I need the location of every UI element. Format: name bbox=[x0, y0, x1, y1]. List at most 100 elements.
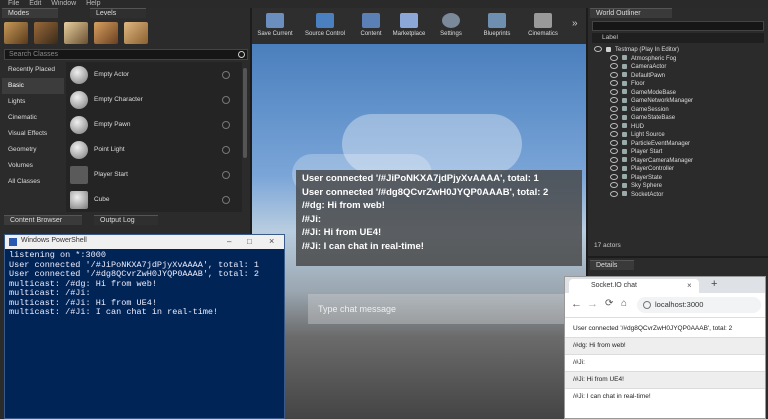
actor-item[interactable]: Player Start bbox=[66, 162, 242, 187]
new-tab-icon[interactable]: + bbox=[711, 278, 717, 290]
category-recently-placed[interactable]: Recently Placed bbox=[2, 62, 64, 78]
outliner-item[interactable]: Player Start bbox=[588, 148, 768, 157]
outliner-item[interactable]: ParticleEventManager bbox=[588, 139, 768, 149]
outliner-search-input[interactable] bbox=[592, 21, 764, 31]
landscape-mode-icon[interactable] bbox=[64, 22, 88, 44]
actor-item[interactable]: Empty Pawn bbox=[66, 112, 242, 137]
settings-button[interactable]: Settings bbox=[428, 8, 474, 44]
outliner-item[interactable]: Atmospheric Fog bbox=[588, 54, 768, 64]
visibility-icon[interactable] bbox=[610, 148, 618, 155]
outliner-item[interactable]: PlayerCameraManager bbox=[588, 156, 768, 166]
visibility-icon[interactable] bbox=[610, 54, 618, 61]
outliner-item[interactable]: GameModeBase bbox=[588, 88, 768, 98]
visibility-icon[interactable] bbox=[610, 97, 618, 104]
address-bar[interactable]: localhost:3000 bbox=[637, 297, 761, 313]
category-lights[interactable]: Lights bbox=[2, 94, 64, 110]
visibility-icon[interactable] bbox=[610, 63, 618, 70]
visibility-icon[interactable] bbox=[610, 182, 618, 189]
visibility-icon[interactable] bbox=[594, 46, 602, 53]
viewport-chat-input[interactable]: Type chat message bbox=[308, 294, 582, 324]
visibility-icon[interactable] bbox=[610, 165, 618, 172]
close-icon[interactable]: × bbox=[269, 236, 274, 246]
visibility-icon[interactable] bbox=[610, 131, 618, 138]
category-geometry[interactable]: Geometry bbox=[2, 142, 64, 158]
game-viewport[interactable]: User connected '/#JiPoNKXA7jdPjyXvAAAA',… bbox=[252, 44, 586, 419]
tab-output-log[interactable]: Output Log bbox=[94, 215, 158, 225]
home-icon[interactable]: ⌂ bbox=[621, 298, 627, 309]
tab-close-icon[interactable]: × bbox=[687, 281, 692, 290]
visibility-icon[interactable] bbox=[610, 105, 618, 112]
menu-file[interactable]: File bbox=[8, 0, 19, 7]
visibility-icon[interactable] bbox=[610, 190, 618, 197]
actor-list: Empty Actor Empty Character Empty Pawn P… bbox=[66, 62, 242, 212]
outliner-item[interactable]: HUD bbox=[588, 122, 768, 132]
menu-edit[interactable]: Edit bbox=[29, 0, 41, 7]
outliner-item[interactable]: Light Source bbox=[588, 131, 768, 140]
powershell-console[interactable]: listening on *:3000 User connected '/#Ji… bbox=[9, 251, 281, 417]
actor-item[interactable]: Empty Character bbox=[66, 87, 242, 112]
outliner-item[interactable]: GameNetworkManager bbox=[588, 97, 768, 106]
visibility-icon[interactable] bbox=[610, 71, 618, 78]
paint-mode-icon[interactable] bbox=[34, 22, 58, 44]
tab-details[interactable]: Details bbox=[590, 260, 634, 270]
powershell-titlebar[interactable]: Windows PowerShell – □ × bbox=[5, 235, 284, 249]
visibility-icon[interactable] bbox=[610, 114, 618, 121]
outliner-item[interactable]: Floor bbox=[588, 80, 768, 89]
visibility-icon[interactable] bbox=[610, 122, 618, 129]
visibility-icon[interactable] bbox=[610, 88, 618, 95]
outliner-item[interactable]: GameSession bbox=[588, 105, 768, 115]
forward-icon[interactable]: → bbox=[587, 298, 598, 310]
outliner-item[interactable]: Sky Sphere bbox=[588, 182, 768, 191]
category-cinematic[interactable]: Cinematic bbox=[2, 110, 64, 126]
tab-content-browser[interactable]: Content Browser bbox=[4, 215, 82, 225]
outliner-item[interactable]: CameraActor bbox=[588, 63, 768, 72]
actor-item[interactable]: Empty Actor bbox=[66, 62, 242, 87]
help-icon[interactable] bbox=[222, 195, 230, 204]
cinematics-button[interactable]: Cinematics bbox=[520, 8, 566, 44]
category-basic[interactable]: Basic bbox=[2, 78, 64, 94]
browser-tab[interactable]: Socket.IO chat × bbox=[569, 279, 699, 293]
visibility-icon[interactable] bbox=[610, 80, 618, 87]
menu-window[interactable]: Window bbox=[51, 0, 76, 7]
outliner-item[interactable]: PlayerController bbox=[588, 165, 768, 174]
save-current-button[interactable]: Save Current bbox=[252, 8, 298, 44]
source-control-button[interactable]: Source Control bbox=[302, 8, 348, 44]
visibility-icon[interactable] bbox=[610, 156, 618, 163]
maximize-icon[interactable]: □ bbox=[247, 237, 252, 246]
help-icon[interactable] bbox=[222, 95, 230, 104]
help-icon[interactable] bbox=[222, 170, 230, 179]
category-volumes[interactable]: Volumes bbox=[2, 158, 64, 174]
marketplace-button[interactable]: Marketplace bbox=[386, 8, 432, 44]
category-visual-effects[interactable]: Visual Effects bbox=[2, 126, 64, 142]
search-classes-input[interactable]: Search Classes bbox=[4, 49, 248, 60]
outliner-root[interactable]: Testmap (Play In Editor) bbox=[588, 46, 768, 55]
tab-levels[interactable]: Levels bbox=[90, 8, 146, 18]
reload-icon[interactable]: ⟳ bbox=[605, 298, 613, 309]
toolbar-overflow-icon[interactable]: » bbox=[572, 18, 578, 29]
outliner-item[interactable]: PlayerState bbox=[588, 173, 768, 183]
help-icon[interactable] bbox=[222, 120, 230, 129]
outliner-item[interactable]: SocketActor bbox=[588, 190, 768, 200]
outliner-item[interactable]: GameStateBase bbox=[588, 114, 768, 123]
actor-icon bbox=[622, 63, 627, 69]
info-icon[interactable] bbox=[643, 301, 651, 309]
visibility-icon[interactable] bbox=[610, 139, 618, 146]
outliner-item[interactable]: DefaultPawn bbox=[588, 71, 768, 81]
help-icon[interactable] bbox=[222, 70, 230, 79]
place-mode-icon[interactable] bbox=[4, 22, 28, 44]
help-icon[interactable] bbox=[222, 145, 230, 154]
foliage-mode-icon[interactable] bbox=[94, 22, 118, 44]
actor-item[interactable]: Point Light bbox=[66, 137, 242, 162]
visibility-icon[interactable] bbox=[610, 173, 618, 180]
actor-list-scrollbar[interactable] bbox=[243, 68, 247, 158]
menu-help[interactable]: Help bbox=[86, 0, 100, 7]
back-icon[interactable]: ← bbox=[571, 298, 582, 310]
minimize-icon[interactable]: – bbox=[227, 237, 231, 246]
tab-world-outliner[interactable]: World Outliner bbox=[590, 8, 672, 18]
blueprints-button[interactable]: Blueprints bbox=[474, 8, 520, 44]
category-all-classes[interactable]: All Classes bbox=[2, 174, 64, 190]
tab-title: Socket.IO chat bbox=[591, 282, 637, 289]
geometry-mode-icon[interactable] bbox=[124, 22, 148, 44]
actor-item[interactable]: Cube bbox=[66, 187, 242, 212]
tab-modes[interactable]: Modes bbox=[2, 8, 58, 18]
